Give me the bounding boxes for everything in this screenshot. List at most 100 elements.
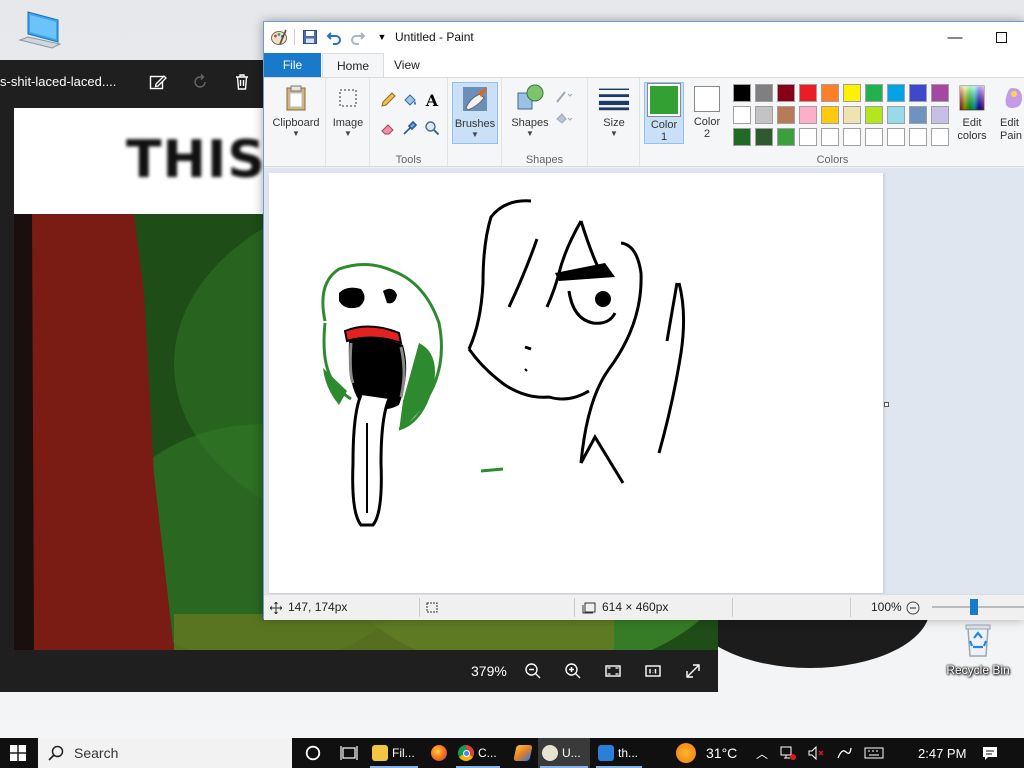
palette-swatch[interactable] <box>799 128 817 146</box>
palette-swatch[interactable] <box>909 106 927 124</box>
palette-swatch[interactable] <box>733 128 751 146</box>
zoom-slider-track[interactable] <box>932 606 1024 608</box>
paint-title-bar[interactable]: ▼ Untitled - Paint — <box>264 22 1024 53</box>
zoom-in-icon[interactable] <box>562 660 584 682</box>
fill-shape-icon[interactable] <box>554 108 574 128</box>
edit-with-paint3d-button[interactable]: Edit Pain <box>1000 82 1024 143</box>
touch-keyboard-icon[interactable] <box>864 746 884 760</box>
palette-swatch[interactable] <box>887 106 905 124</box>
pencil-icon[interactable] <box>378 90 398 110</box>
palette-swatch[interactable] <box>865 84 883 102</box>
paint-app-icon[interactable] <box>270 28 288 46</box>
edit-image-icon[interactable] <box>148 72 168 92</box>
text-icon[interactable]: A <box>422 90 442 110</box>
palette-swatch[interactable] <box>755 128 773 146</box>
palette-swatch[interactable] <box>777 84 795 102</box>
weather-widget[interactable]: 31°C <box>676 738 737 768</box>
edit-colors-button[interactable]: Edit colors <box>950 82 994 143</box>
palette-swatch[interactable] <box>733 106 751 124</box>
palette-swatch[interactable] <box>931 106 949 124</box>
taskbar-file-explorer[interactable]: Fil... <box>368 738 420 768</box>
maximize-button[interactable] <box>978 22 1024 53</box>
rotate-icon[interactable] <box>190 72 210 92</box>
this-pc-icon[interactable] <box>14 8 64 56</box>
fit-to-window-icon[interactable] <box>602 660 624 682</box>
redo-icon[interactable] <box>349 28 367 46</box>
canvas-resize-handle[interactable] <box>884 402 889 407</box>
brushes-button[interactable]: Brushes ▼ <box>452 82 498 144</box>
palette-swatch[interactable] <box>865 106 883 124</box>
palette-swatch[interactable] <box>909 128 927 146</box>
start-button[interactable] <box>0 738 36 768</box>
zoom-slider-thumb[interactable] <box>970 599 978 615</box>
palette-swatch[interactable] <box>931 84 949 102</box>
color-picker-icon[interactable] <box>400 118 420 138</box>
shapes-caret-icon: ▼ <box>526 129 534 138</box>
palette-swatch[interactable] <box>799 84 817 102</box>
delete-icon[interactable] <box>232 72 252 92</box>
palette-swatch[interactable] <box>821 84 839 102</box>
taskbar-paint[interactable]: U... <box>538 738 590 768</box>
recycle-bin-icon[interactable]: Recycle Bin <box>940 620 1016 677</box>
folder-icon <box>372 745 388 761</box>
customize-qat-icon[interactable]: ▼ <box>373 28 391 46</box>
palette-swatch[interactable] <box>887 128 905 146</box>
chevron-up-icon[interactable]: ︿ <box>756 745 768 762</box>
taskbar-firefox[interactable] <box>426 738 452 768</box>
task-view-button[interactable] <box>336 738 362 768</box>
tab-view[interactable]: View <box>380 53 434 77</box>
selection-icon <box>426 602 438 612</box>
selection-size <box>426 595 440 620</box>
zoom-out-icon[interactable] <box>522 660 544 682</box>
palette-swatch[interactable] <box>755 106 773 124</box>
outline-icon[interactable] <box>554 86 574 106</box>
palette-swatch[interactable] <box>755 84 773 102</box>
eraser-icon[interactable] <box>378 118 398 138</box>
palette-swatch[interactable] <box>865 128 883 146</box>
size-button[interactable]: Size ▼ <box>592 82 636 138</box>
pen-icon[interactable] <box>836 746 852 760</box>
taskbar-chrome[interactable]: C... <box>454 738 502 768</box>
magnifier-icon[interactable] <box>422 118 442 138</box>
palette-swatch[interactable] <box>931 128 949 146</box>
network-icon[interactable] <box>780 746 797 760</box>
color2-button[interactable]: Color 2 <box>687 82 727 140</box>
brushes-caret-icon: ▼ <box>471 130 479 139</box>
palette-swatch[interactable] <box>733 84 751 102</box>
zoom-out-button[interactable] <box>906 595 920 620</box>
color2-label: Color <box>693 116 721 128</box>
recycle-bin-label: Recycle Bin <box>946 663 1010 677</box>
tab-home[interactable]: Home <box>322 53 385 77</box>
palette-swatch[interactable] <box>843 84 861 102</box>
notification-icon <box>983 747 997 760</box>
shapes-button[interactable]: Shapes ▼ <box>508 82 552 138</box>
palette-swatch[interactable] <box>843 106 861 124</box>
palette-swatch[interactable] <box>887 84 905 102</box>
palette-swatch[interactable] <box>777 106 795 124</box>
clock[interactable]: 2:47 PM <box>918 738 966 768</box>
palette-swatch[interactable] <box>821 106 839 124</box>
volume-icon[interactable] <box>808 746 824 760</box>
fullscreen-icon[interactable] <box>682 660 704 682</box>
palette-swatch[interactable] <box>909 84 927 102</box>
minimize-button[interactable]: — <box>932 22 978 53</box>
actual-size-icon[interactable] <box>642 660 664 682</box>
tab-file[interactable]: File <box>264 53 321 77</box>
taskbar-search[interactable]: Search <box>38 738 292 768</box>
image-button[interactable]: Image ▼ <box>329 82 367 138</box>
palette-swatch[interactable] <box>821 128 839 146</box>
action-center-button[interactable] <box>982 738 998 768</box>
taskbar-winamp[interactable] <box>510 738 536 768</box>
fill-icon[interactable] <box>400 90 420 110</box>
undo-icon[interactable] <box>325 28 343 46</box>
save-icon[interactable] <box>301 28 319 46</box>
cortana-button[interactable] <box>300 738 326 768</box>
palette-swatch[interactable] <box>799 106 817 124</box>
palette-swatch[interactable] <box>843 128 861 146</box>
taskbar-photos[interactable]: th... <box>594 738 644 768</box>
color1-button[interactable]: Color 1 <box>644 82 684 144</box>
drawing-canvas[interactable] <box>269 173 883 593</box>
canvas-size-icon <box>582 602 596 613</box>
palette-swatch[interactable] <box>777 128 795 146</box>
clipboard-button[interactable]: Clipboard ▼ <box>268 82 324 138</box>
